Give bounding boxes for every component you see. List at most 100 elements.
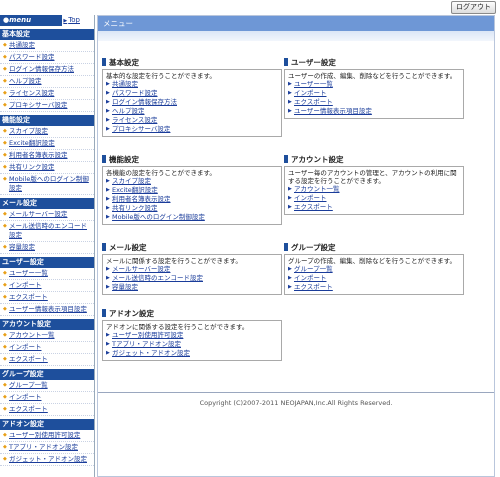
panel-link[interactable]: ▶ エクスポート xyxy=(288,203,460,212)
sidebar-item[interactable]: ◆ アカウント一覧 xyxy=(0,330,94,342)
sidebar-item-label: Tアプリ・アドオン設定 xyxy=(9,443,78,451)
sidebar-item[interactable]: ◆ ユーザー一覧 xyxy=(0,268,94,280)
sidebar-item[interactable]: ◆ メール送信時のエンコード設定 xyxy=(0,221,94,242)
panel-link[interactable]: ▶ アカウント一覧 xyxy=(288,185,460,194)
panel-link-label: プロキシサーバ設定 xyxy=(112,125,171,133)
sidebar-item-label: 共有リンク設定 xyxy=(9,163,55,171)
panel-box: アドオンに関係する設定を行うことができます。 ▶ ユーザー別使用許可設定 ▶ Tアプリ・… xyxy=(102,320,282,361)
sidebar-item[interactable]: ◆ グループ一覧 xyxy=(0,380,94,392)
panel-link[interactable]: ▶ 共通設定 xyxy=(106,80,278,89)
panel-link-label: インポート xyxy=(294,194,327,202)
panel-link[interactable]: ▶ ユーザー別使用許可設定 xyxy=(106,331,278,340)
triangle-right-icon: ▶ xyxy=(63,18,68,24)
panel-title: アドオン設定 xyxy=(109,308,154,318)
panel-link-label: ログイン情報保存方法 xyxy=(112,98,177,106)
panel-header: アカウント設定 xyxy=(284,154,464,164)
sidebar-item-label: インポート xyxy=(9,393,42,401)
panel-link-label: グループ一覧 xyxy=(294,265,333,273)
sidebar-item[interactable]: ◆ インポート xyxy=(0,280,94,292)
settings-panel: アドオン設定アドオンに関係する設定を行うことができます。 ▶ ユーザー別使用許可設定… xyxy=(102,308,282,361)
panel-link[interactable]: ▶ ログイン情報保存方法 xyxy=(106,98,278,107)
top-link-text: Top xyxy=(68,16,80,24)
sidebar-item-label: 共通設定 xyxy=(9,41,35,49)
panel-link-label: インポート xyxy=(294,89,327,97)
panel-box: ユーザーの作成、編集、削除などを行うことができます。 ▶ ユーザー一覧 ▶ インポート ▶… xyxy=(284,69,464,119)
panel-link[interactable]: ▶ Excite翻訳設定 xyxy=(106,186,278,195)
panel-link[interactable]: ▶ プロキシサーバ設定 xyxy=(106,125,278,134)
section-marker-icon xyxy=(102,58,106,66)
panel-description: メールに関係する設定を行うことができます。 xyxy=(106,257,242,265)
panel-header: 機能設定 xyxy=(102,154,282,164)
panel-title: グループ設定 xyxy=(291,242,336,252)
sidebar-section-title: グループ設定 xyxy=(0,369,94,380)
sidebar-item[interactable]: ◆ ユーザー情報表示項目設定 xyxy=(0,304,94,316)
sidebar-item[interactable]: ◆ プロキシサーバ設定 xyxy=(0,100,94,112)
sidebar-item-label: スカイプ設定 xyxy=(9,127,48,135)
sidebar-item[interactable]: ◆ Excite翻訳設定 xyxy=(0,138,94,150)
sidebar-section-title: 機能設定 xyxy=(0,115,94,126)
sidebar-item[interactable]: ◆ エクスポート xyxy=(0,292,94,304)
panel-link[interactable]: ▶ 利用者名簿表示設定 xyxy=(106,195,278,204)
panel-link[interactable]: ▶ パスワード設定 xyxy=(106,89,278,98)
panel-link[interactable]: ▶ Mobile版へのログイン制御設定 xyxy=(106,213,278,222)
panel-link[interactable]: ▶ エクスポート xyxy=(288,283,460,292)
sidebar-item-label: ユーザー一覧 xyxy=(9,269,48,277)
sidebar-item[interactable]: ◆ スカイプ設定 xyxy=(0,126,94,138)
panel-box: メールに関係する設定を行うことができます。 ▶ メールサーバー設定 ▶ メール送信時のエ… xyxy=(102,254,282,295)
panel-link[interactable]: ▶ ヘルプ設定 xyxy=(106,107,278,116)
panel-box: ユーザー毎のアカウントの管理と、アカウントの利用に関する設定を行うことができます… xyxy=(284,166,464,215)
top-link[interactable]: ▶Top xyxy=(63,16,80,24)
panel-link-label: パスワード設定 xyxy=(112,89,158,97)
panel-link[interactable]: ▶ メール送信時のエンコード設定 xyxy=(106,274,278,283)
sidebar-item[interactable]: ◆ 利用者名簿表示設定 xyxy=(0,150,94,162)
sidebar-item[interactable]: ◆ ガジェット・アドオン設定 xyxy=(0,454,94,466)
sidebar-item[interactable]: ◆ 容量設定 xyxy=(0,242,94,254)
sidebar-item-label: エクスポート xyxy=(9,293,48,301)
logout-button[interactable]: ログアウト xyxy=(451,1,496,14)
panel-link[interactable]: ▶ エクスポート xyxy=(288,98,460,107)
panel-header: メール設定 xyxy=(102,242,282,252)
panel-link[interactable]: ▶ スカイプ設定 xyxy=(106,177,278,186)
sidebar-item[interactable]: ◆ Mobile版へのログイン制御設定 xyxy=(0,174,94,195)
section-marker-icon xyxy=(284,58,288,66)
menu-label-text: menu xyxy=(9,16,32,24)
top-bar: ログアウト xyxy=(0,0,500,15)
section-marker-icon xyxy=(284,243,288,251)
panel-link[interactable]: ▶ ガジェット・アドオン設定 xyxy=(106,349,278,358)
sidebar-item[interactable]: ◆ ライセンス設定 xyxy=(0,88,94,100)
sidebar-item[interactable]: ◆ エクスポート xyxy=(0,404,94,416)
sidebar-item[interactable]: ◆ インポート xyxy=(0,392,94,404)
panel-link-label: ユーザー一覧 xyxy=(294,80,333,88)
sidebar-item-label: Excite翻訳設定 xyxy=(9,139,55,147)
sidebar-item[interactable]: ◆ メールサーバー設定 xyxy=(0,209,94,221)
panel-link-label: Mobile版へのログイン制御設定 xyxy=(112,213,205,221)
panel-link-label: Tアプリ・アドオン設定 xyxy=(112,340,181,348)
sidebar-item[interactable]: ◆ インポート xyxy=(0,342,94,354)
panel-header: 基本設定 xyxy=(102,57,282,67)
panel-link[interactable]: ▶ ライセンス設定 xyxy=(106,116,278,125)
panel-link-label: 容量設定 xyxy=(112,283,138,291)
panel-link[interactable]: ▶ ユーザー情報表示項目設定 xyxy=(288,107,460,116)
settings-panel: ユーザー設定 ユーザーの作成、編集、削除などを行うことができます。 ▶ ユーザー一覧 ▶… xyxy=(284,57,464,119)
sidebar-item[interactable]: ◆ ログイン情報保存方法 xyxy=(0,64,94,76)
panel-link[interactable]: ▶ Tアプリ・アドオン設定 xyxy=(106,340,278,349)
sidebar-item-label: ログイン情報保存方法 xyxy=(9,65,74,73)
sidebar-item-label: アカウント一覧 xyxy=(9,331,55,339)
sidebar-item[interactable]: ◆ 共通設定 xyxy=(0,40,94,52)
panel-link[interactable]: ▶ 共有リンク設定 xyxy=(106,204,278,213)
panel-link[interactable]: ▶ 容量設定 xyxy=(106,283,278,292)
panel-link[interactable]: ▶ ユーザー一覧 xyxy=(288,80,460,89)
panel-link-label: エクスポート xyxy=(294,203,333,211)
panel-link[interactable]: ▶ メールサーバー設定 xyxy=(106,265,278,274)
panel-link[interactable]: ▶ インポート xyxy=(288,89,460,98)
sidebar-item[interactable]: ◆ パスワード設定 xyxy=(0,52,94,64)
sidebar-item[interactable]: ◆ 共有リンク設定 xyxy=(0,162,94,174)
panel-link[interactable]: ▶ インポート xyxy=(288,274,460,283)
sidebar-item[interactable]: ◆ ヘルプ設定 xyxy=(0,76,94,88)
sidebar-item[interactable]: ◆ エクスポート xyxy=(0,354,94,366)
sidebar-item[interactable]: ◆ ユーザー別使用許可設定 xyxy=(0,430,94,442)
sidebar-item[interactable]: ◆ Tアプリ・アドオン設定 xyxy=(0,442,94,454)
panel-link[interactable]: ▶ グループ一覧 xyxy=(288,265,460,274)
panel-link-label: エクスポート xyxy=(294,98,333,106)
panel-link[interactable]: ▶ インポート xyxy=(288,194,460,203)
